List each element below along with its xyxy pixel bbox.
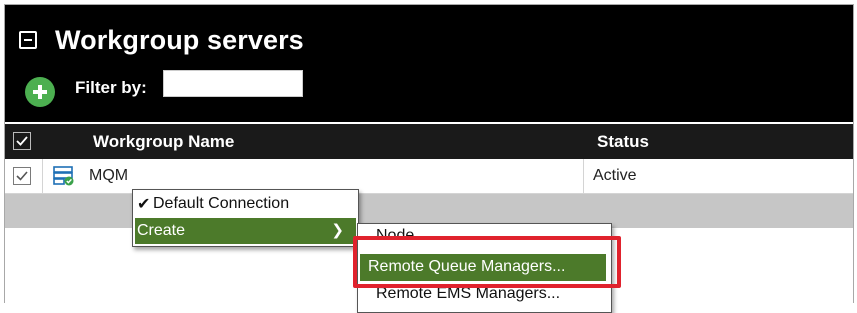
table-header: Workgroup Name Status [5, 124, 853, 159]
menu-item-create[interactable]: Create ❯ [135, 218, 356, 244]
context-menu: ✔ Default Connection Create ❯ [132, 189, 359, 247]
menu-item-label: Default Connection [153, 195, 290, 212]
select-all-checkbox[interactable] [13, 132, 31, 150]
column-divider [42, 159, 43, 193]
server-status-icon [53, 166, 74, 186]
workgroup-name-cell: MQM [89, 167, 129, 184]
row-checkbox[interactable] [13, 167, 31, 185]
callout-highlight-box [353, 236, 621, 288]
checkmark-icon: ✔ [137, 196, 151, 213]
filter-label: Filter by: [75, 78, 147, 97]
menu-item-label: Create [137, 222, 186, 239]
column-header-workgroup-name[interactable]: Workgroup Name [93, 132, 234, 152]
panel-header: Workgroup servers Filter by: [5, 5, 853, 122]
column-divider [583, 159, 584, 193]
add-workgroup-button[interactable] [25, 77, 55, 107]
checkmark-icon [16, 171, 28, 181]
minus-square-icon[interactable] [19, 31, 37, 49]
filter-input[interactable] [163, 70, 303, 97]
checkmark-icon [16, 136, 28, 146]
panel-title: Workgroup servers [55, 25, 304, 55]
column-header-status[interactable]: Status [597, 132, 649, 152]
chevron-right-icon: ❯ [331, 222, 344, 239]
menu-item-default-connection[interactable]: ✔ Default Connection [133, 190, 358, 217]
status-cell: Active [593, 167, 637, 184]
